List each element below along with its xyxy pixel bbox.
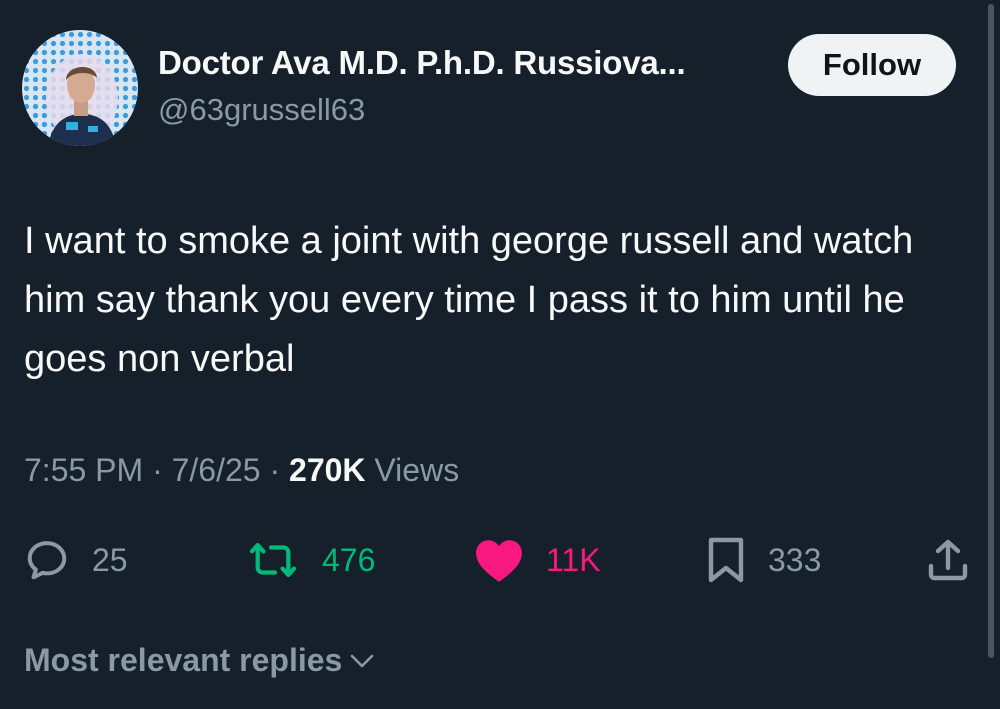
- profile-photo-icon: [22, 30, 138, 146]
- replies-sort-label: Most relevant replies: [24, 642, 343, 678]
- meta-separator: ·: [152, 452, 163, 488]
- views-label: Views: [374, 452, 460, 488]
- tweet-date[interactable]: 7/6/25: [172, 452, 261, 488]
- share-icon: [928, 539, 968, 581]
- bookmark-count: 333: [768, 541, 822, 578]
- views-count: 270K: [289, 452, 366, 488]
- tweet-meta: 7:55 PM · 7/6/25 · 270K Views: [24, 452, 459, 489]
- reply-count: 25: [92, 541, 128, 578]
- repost-icon: [249, 542, 297, 578]
- like-count: 11K: [546, 541, 601, 578]
- meta-separator: ·: [269, 452, 281, 488]
- reply-icon: [27, 541, 67, 580]
- replies-sort-dropdown[interactable]: Most relevant replies: [24, 642, 376, 679]
- tweet-text: I want to smoke a joint with george russ…: [24, 220, 914, 380]
- author-handle[interactable]: @63grussell63: [158, 92, 365, 128]
- repost-button[interactable]: 476: [246, 532, 375, 588]
- bookmark-button[interactable]: 333: [706, 532, 821, 588]
- heart-icon: [476, 540, 522, 582]
- chevron-down-icon: [351, 654, 374, 667]
- follow-button[interactable]: Follow: [788, 34, 956, 96]
- bookmark-icon: [708, 537, 744, 583]
- scrollbar[interactable]: [988, 4, 994, 658]
- repost-count: 476: [322, 541, 376, 578]
- avatar[interactable]: [22, 30, 138, 146]
- author-display-name[interactable]: Doctor Ava M.D. P.h.D. Russiova...: [158, 44, 686, 82]
- tweet-time[interactable]: 7:55 PM: [24, 452, 143, 488]
- reply-button[interactable]: 25: [24, 532, 128, 588]
- share-button[interactable]: [924, 536, 972, 589]
- like-button[interactable]: 11K: [474, 532, 601, 588]
